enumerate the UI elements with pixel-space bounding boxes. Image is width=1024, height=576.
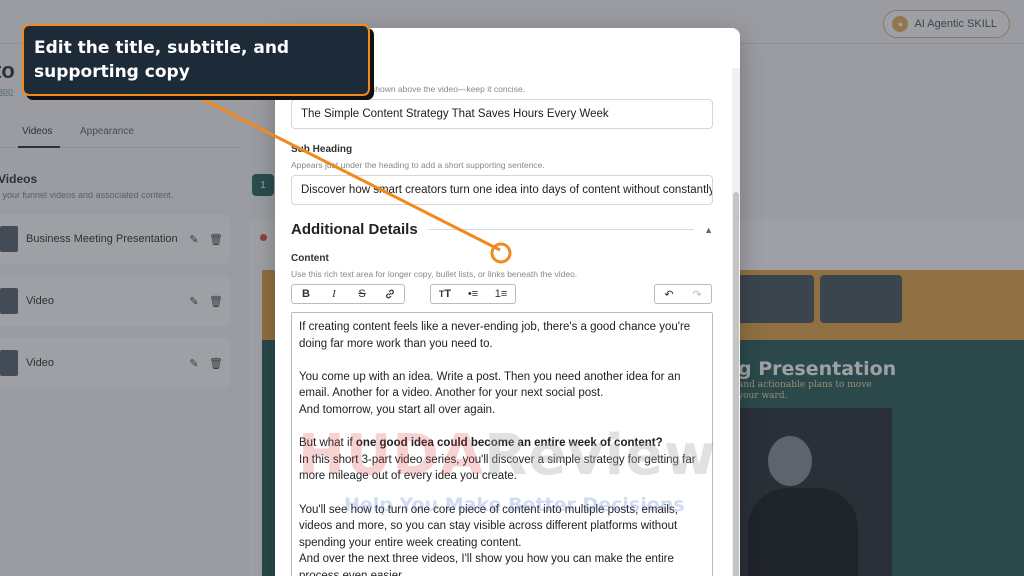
format-button-group: B I S: [291, 284, 405, 304]
sub-heading-input[interactable]: Discover how smart creators turn one ide…: [291, 175, 713, 205]
bold-button[interactable]: B: [292, 285, 320, 303]
section-title: Additional Details: [291, 221, 418, 238]
block-button-group: TT •≡ 1≡: [430, 284, 516, 304]
rich-text-toolbar: B I S TT •≡ 1≡ ↶ ↷: [291, 284, 713, 304]
link-icon: [386, 289, 394, 299]
heading-hint: shown above the video—keep it concise.: [371, 84, 526, 94]
redo-button[interactable]: ↷: [683, 285, 711, 303]
collapse-caret-icon[interactable]: ▲: [704, 225, 713, 235]
bullet-list-button[interactable]: •≡: [459, 285, 487, 303]
italic-button[interactable]: I: [320, 285, 348, 303]
content-label: Content: [291, 253, 329, 264]
text-size-button[interactable]: TT: [431, 285, 459, 303]
heading-input[interactable]: The Simple Content Strategy That Saves H…: [291, 99, 713, 129]
sub-heading-label: Sub Heading: [291, 144, 353, 155]
section-divider: [427, 229, 695, 230]
content-paragraph: If creating content feels like a never-e…: [299, 321, 691, 350]
sub-heading-hint: Appears just under the heading to add a …: [291, 160, 545, 170]
history-button-group: ↶ ↷: [654, 284, 712, 304]
undo-button[interactable]: ↶: [655, 285, 683, 303]
watermark-logo: HUDAReview: [298, 423, 717, 488]
link-button[interactable]: [376, 285, 404, 303]
tutorial-callout: Edit the title, subtitle, and supporting…: [22, 24, 370, 96]
additional-details-header[interactable]: Additional Details ▲: [291, 221, 713, 238]
watermark-tagline: Help You Make Better Decisions: [344, 494, 685, 516]
content-hint: Use this rich text area for longer copy,…: [291, 269, 578, 279]
content-paragraph: And over the next three videos, I'll sho…: [299, 553, 674, 576]
content-paragraph: You come up with an idea. Write a post. …: [299, 370, 681, 400]
strikethrough-button[interactable]: S: [348, 285, 376, 303]
content-paragraph: And tomorrow, you start all over again.: [299, 403, 496, 416]
ordered-list-button[interactable]: 1≡: [487, 285, 515, 303]
modal-scrollbar-thumb[interactable]: [733, 192, 739, 576]
